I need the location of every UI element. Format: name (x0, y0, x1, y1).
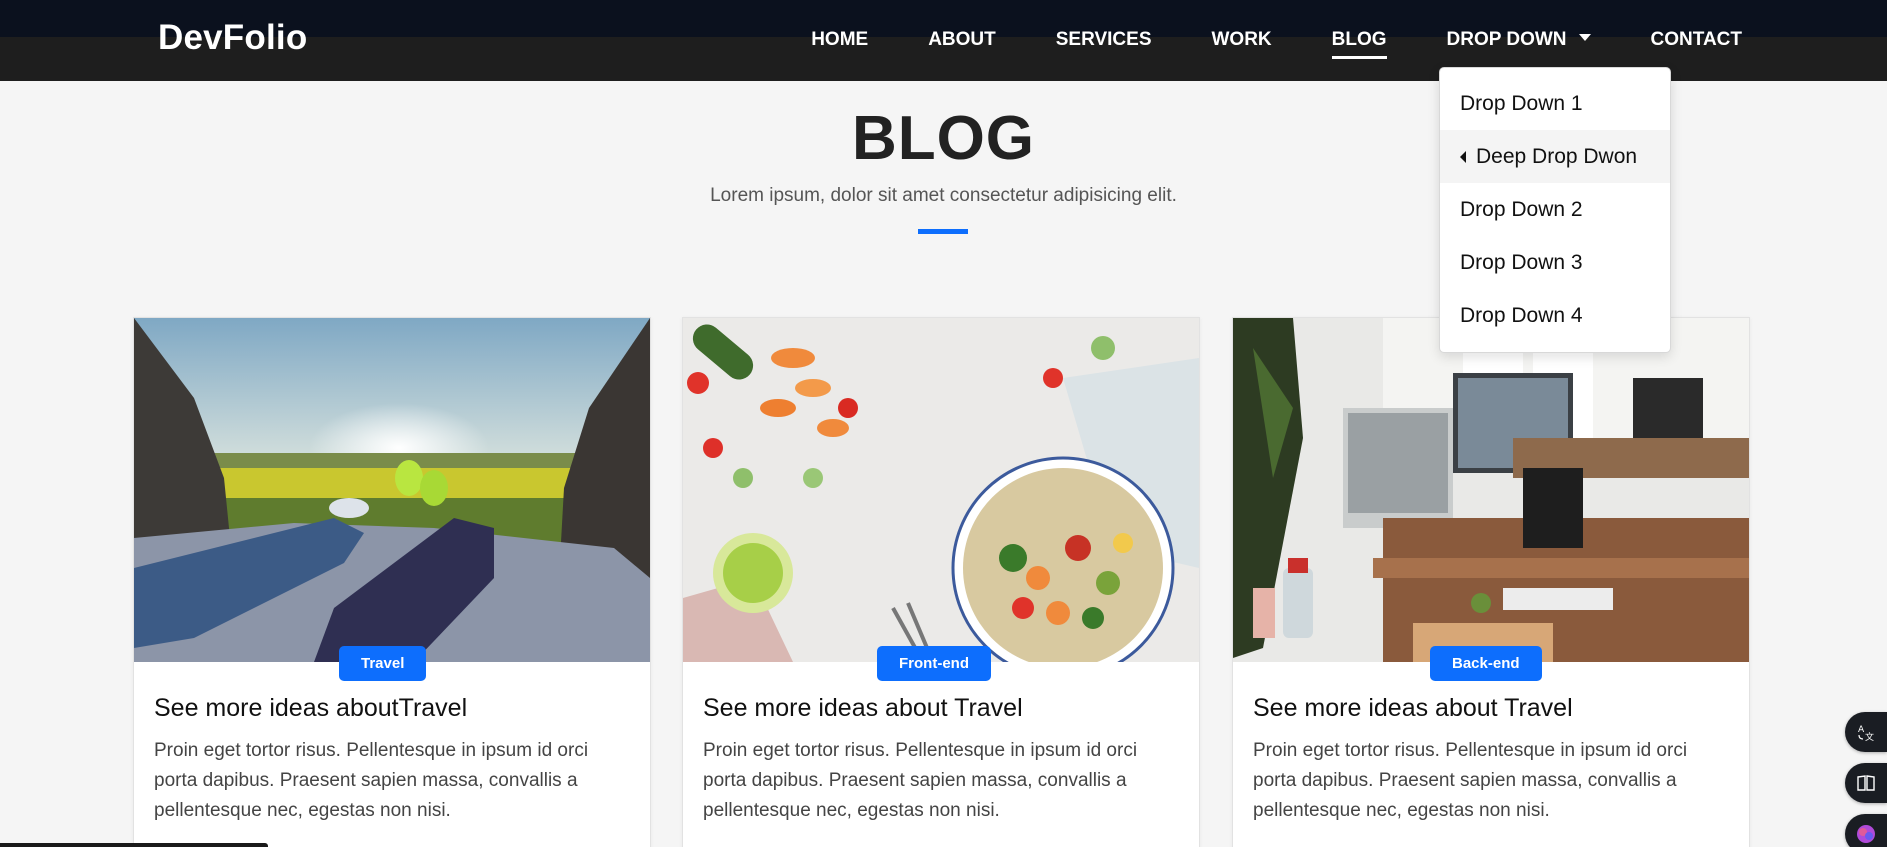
brain-icon[interactable] (1845, 814, 1887, 847)
dropdown-item-1[interactable]: Drop Down 1 (1440, 77, 1670, 130)
card-text: Proin eget tortor risus. Pellentesque in… (1253, 740, 1688, 821)
card-text: Proin eget tortor risus. Pellentesque in… (703, 740, 1138, 821)
nav-work[interactable]: WORK (1212, 29, 1272, 50)
bottom-scroll-indicator (0, 843, 268, 847)
book-icon[interactable] (1845, 763, 1887, 803)
badge-travel[interactable]: Travel (339, 646, 427, 681)
dropdown-item-4[interactable]: Drop Down 4 (1440, 289, 1670, 342)
nav-blog[interactable]: BLOG (1331, 29, 1387, 59)
blog-card-travel[interactable]: Travel See more ideas aboutTravel Proin … (133, 317, 651, 847)
blog-card-frontend[interactable]: Front-end See more ideas about Travel Pr… (682, 317, 1200, 847)
dropdown-item-deep[interactable]: Deep Drop Dwon (1440, 130, 1670, 183)
nav-contact[interactable]: CONTACT (1651, 29, 1742, 50)
nav-services[interactable]: SERVICES (1056, 29, 1152, 50)
dropdown-item-deep-label: Deep Drop Dwon (1476, 144, 1638, 168)
dropdown-item-2[interactable]: Drop Down 2 (1440, 183, 1670, 236)
blog-card-backend[interactable]: Back-end See more ideas about Travel Pro… (1232, 317, 1750, 847)
nav-about[interactable]: ABOUT (928, 29, 996, 50)
card-image-food[interactable] (683, 318, 1199, 662)
title-underline (918, 229, 968, 234)
caret-down-icon (1578, 33, 1591, 41)
badge-frontend[interactable]: Front-end (877, 646, 991, 681)
translate-icon[interactable]: A 文 (1845, 712, 1887, 752)
nav-home[interactable]: HOME (811, 29, 868, 50)
dropdown-item-3[interactable]: Drop Down 3 (1440, 236, 1670, 289)
card-title[interactable]: See more ideas about Travel (703, 694, 1023, 723)
brand-logo[interactable]: DevFolio (158, 18, 307, 58)
svg-text:A: A (1858, 725, 1865, 735)
svg-text:文: 文 (1865, 731, 1874, 742)
nav-dropdown-label: DROP DOWN (1446, 29, 1567, 50)
card-text: Proin eget tortor risus. Pellentesque in… (154, 740, 589, 821)
card-image-travel[interactable] (134, 318, 650, 662)
nav-dropdown-toggle[interactable]: DROP DOWN (1446, 29, 1591, 50)
card-title[interactable]: See more ideas about Travel (1253, 694, 1573, 723)
badge-backend[interactable]: Back-end (1430, 646, 1542, 681)
dropdown-menu: Drop Down 1 Deep Drop Dwon Drop Down 2 D… (1439, 67, 1671, 353)
card-image-office[interactable] (1233, 318, 1749, 662)
card-title[interactable]: See more ideas aboutTravel (154, 694, 467, 723)
caret-left-icon (1460, 150, 1466, 163)
